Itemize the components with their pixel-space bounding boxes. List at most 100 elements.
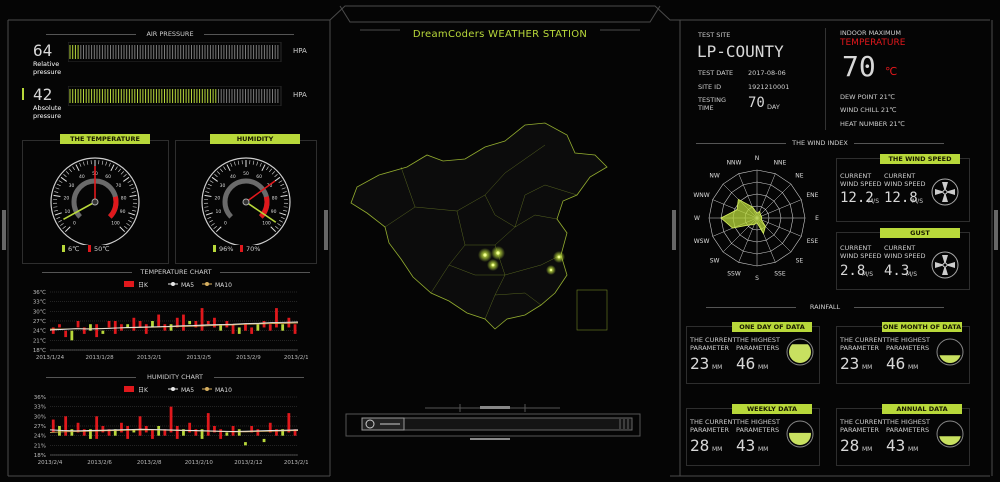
chart-candle [287,413,291,433]
legend-dot-ma5 [171,282,175,286]
gauge-tick [66,171,70,175]
chart-y-tick: 33℃ [33,299,46,306]
rain-card-tag: ANNUAL DATA [882,404,962,414]
gauge-tick [118,168,121,173]
rain-highest-unit: MM [758,446,769,453]
temp-legend-a: 6℃ [68,245,80,253]
gauge-tick [53,209,58,212]
rain-current-unit: MM [712,446,723,453]
gauge-tick-label: 40 [79,174,85,180]
chart-legend: 日K MA5 MA10 [124,386,232,394]
gust-unit-b: M/S [906,271,918,278]
rain-gauge-fill [939,355,961,363]
wind-speed-label-a2: WIND SPEED [840,180,882,188]
chart-x-tick: 2013/2/5 [186,355,211,361]
gauge-tick [129,216,134,219]
chart-candle [169,406,173,433]
heat-number: HEAT NUMBER 21℃ [840,120,905,128]
test-site-label: TEST SITE [698,31,731,39]
gauge-tick [259,162,262,167]
chart-candle [51,327,55,334]
rain-highest-unit: MM [908,446,919,453]
wind-speed-label-b2: WIND SPEED [884,180,926,188]
wind-rose: N NNE NE ENE E ESE SE SSE S SSW SW WSW W WNW NW NNW [693,155,819,282]
gauge-tick [256,161,259,166]
wind-rose-spoke [756,183,792,219]
chart-candle [262,438,266,443]
gauge-tick [62,225,66,230]
chart-candle [225,432,229,436]
gauge-tick [63,173,67,178]
chart-candle [95,416,99,439]
absolute-pressure-bar [68,86,282,106]
hum-legend-b: 70% [246,245,261,253]
test-date-label: TEST DATE [698,69,734,77]
china-map[interactable] [345,115,620,335]
rain-highest-label-1: THE HIGHEST [736,418,780,426]
testing-time-unit: DAY [767,103,780,111]
legend-label-ma5: MA5 [181,282,194,289]
gauge-tick [110,164,115,172]
chart-x-tick: 2013/2/4 [38,460,63,466]
gauge-tick [233,161,236,166]
gauge-tick [119,226,126,233]
chart-candle [237,327,241,334]
gauge-tick [72,166,75,171]
gauge-tick [207,183,212,187]
gauge-tick [274,176,281,182]
gauge-tick [56,183,61,187]
rainfall-title: RAINFALL [706,303,944,311]
chart-candle [169,324,173,331]
gauge-tick [108,162,111,167]
chart-candle [113,321,117,334]
gauge-tick-label: 50 [243,171,249,177]
chart-candle [64,416,68,436]
rain-current-label-2: PARAMETER [690,426,729,434]
chart-candle [58,426,61,436]
chart-candle [107,321,111,328]
chart-y-tick: 21℃ [33,337,46,344]
humidity-gauge-tag: HUMIDITY [210,134,300,144]
gauge-tick-label: 0 [224,221,227,227]
chart-candle [151,429,154,439]
gauge-tick [211,176,218,182]
gauge-tick [58,220,62,223]
indoor-temp-unit: ℃ [885,65,898,78]
gauge-tick [123,173,127,178]
gauge-tick [270,226,277,233]
gauge-tick-label: 100 [262,221,271,227]
chart-y-tick: 24% [34,434,46,440]
chart-candle [275,308,278,328]
gauge-tick-label: 80 [121,195,127,201]
timeline-slider[interactable] [340,400,650,442]
rain-current-label-2: PARAMETER [840,344,879,352]
chart-y-tick: 24℃ [33,328,46,335]
gauge-tick [275,225,279,230]
chart-candle [126,426,130,439]
gauge-tick [215,226,222,233]
relative-pressure-unit: HPA [293,47,307,55]
gauge-tick [128,212,136,216]
rain-current-value: 28 [690,436,710,455]
gauge-tick [105,161,108,166]
wind-direction-label: W [694,215,700,222]
chart-candle [126,324,130,328]
wind-rose-area [720,198,766,235]
rain-current-value: 28 [840,436,860,455]
temp-legend-a-swatch [62,245,65,252]
absolute-pressure-marker [22,88,24,100]
chart-y-tick: 30℃ [33,308,46,315]
rain-gauge-fill [789,432,811,445]
rain-current-label-1: THE CURRENT [690,418,737,426]
wind-speed-label-a1: CURRENT [840,172,872,180]
wind-chill: WIND CHILL 21℃ [840,106,897,114]
gauge-tick [223,166,226,171]
chart-candle [157,314,161,328]
gauge-tick [283,209,288,212]
chart-x-tick: 2013/1/24 [36,355,65,361]
gauge-tick [54,191,59,193]
rain-gauge-icon [786,338,814,366]
gauge-hub [242,198,250,206]
chart-candle [138,321,142,328]
chart-candle [231,324,235,334]
